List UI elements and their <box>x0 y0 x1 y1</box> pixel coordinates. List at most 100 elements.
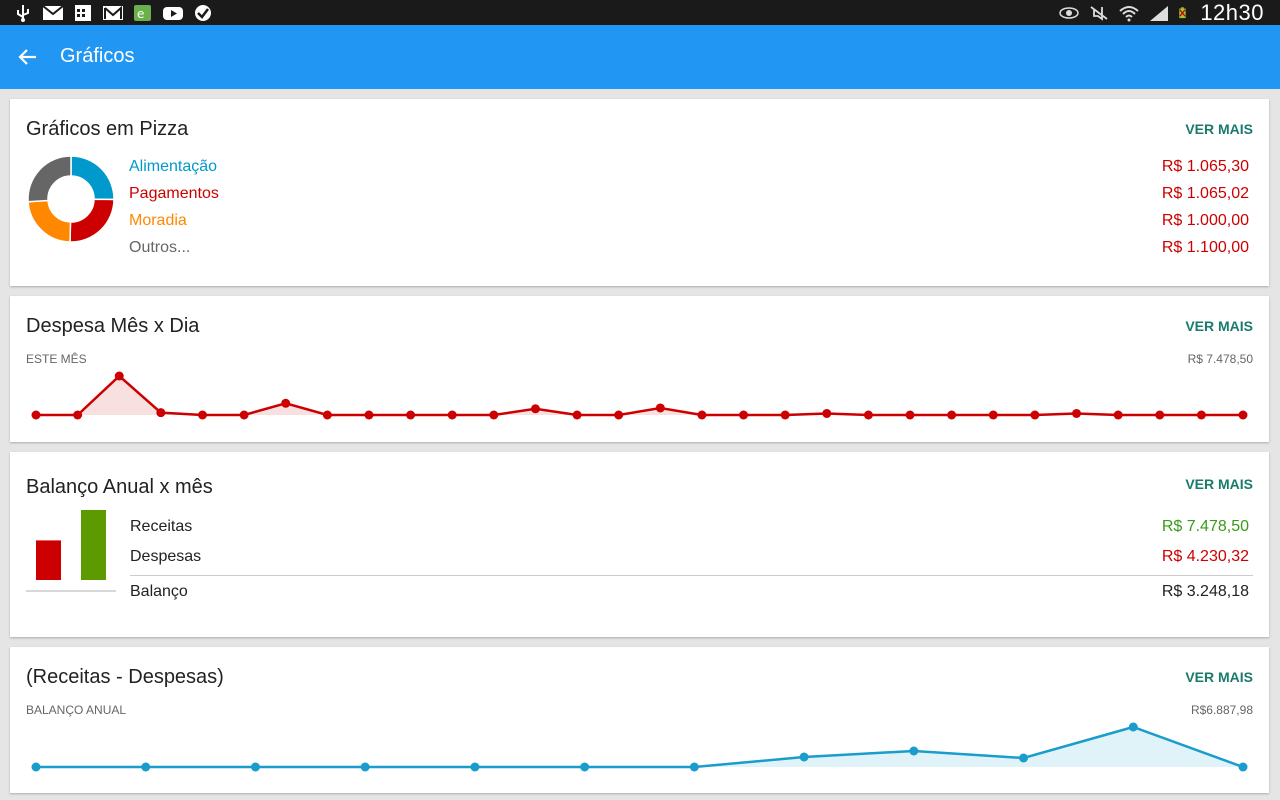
chart-line <box>36 374 1243 417</box>
max-value-label: R$ 7.478,50 <box>1187 352 1253 366</box>
balance-bar-chart <box>26 510 116 592</box>
data-point <box>1238 762 1248 772</box>
calendar-icon <box>75 4 91 21</box>
status-bar: e 12h30 <box>0 0 1280 25</box>
category-label: Moradia <box>129 212 187 229</box>
category-value: R$ 1.065,02 <box>1161 185 1249 202</box>
data-point <box>406 410 416 420</box>
category-value: R$ 1.000,00 <box>1161 212 1249 229</box>
period-label: ESTE MÊS <box>26 352 87 366</box>
data-point <box>156 408 166 418</box>
data-point <box>1019 753 1029 763</box>
balance-card[interactable]: Balanço Anual x mês VER MAIS Receitas R$… <box>10 452 1269 637</box>
data-point <box>447 410 457 420</box>
receitas-value: R$ 7.478,50 <box>1161 518 1249 535</box>
data-point <box>31 410 41 420</box>
card-title: Gráficos em Pizza <box>26 118 189 140</box>
data-point <box>141 762 151 772</box>
data-point <box>1238 410 1248 420</box>
pie-slice <box>27 155 72 203</box>
balanco-label: Balanço <box>130 583 188 600</box>
notification-icons: e <box>12 2 214 23</box>
signal-icon <box>1150 5 1169 21</box>
net-balance-card[interactable]: (Receitas - Despesas) VER MAIS BALANÇO A… <box>10 647 1269 793</box>
app-bar: Gráficos <box>0 25 1280 89</box>
data-point <box>530 404 540 414</box>
card-title: (Receitas - Despesas) <box>26 666 224 688</box>
max-value-label: R$6.887,98 <box>1190 703 1253 717</box>
balanco-value: R$ 3.248,18 <box>1161 583 1249 600</box>
annual-area-chart <box>31 722 1248 772</box>
data-point <box>239 410 249 420</box>
data-point <box>689 762 699 772</box>
balance-bar <box>81 510 106 580</box>
balance-bar <box>36 540 61 580</box>
data-point <box>1128 722 1138 732</box>
page-title: Gráficos <box>60 45 135 67</box>
pie-slice <box>27 199 72 243</box>
data-point <box>580 762 590 772</box>
system-icons: 12h30 <box>1058 0 1264 25</box>
data-point <box>780 410 790 420</box>
data-point <box>281 398 291 408</box>
category-value: R$ 1.065,30 <box>1161 158 1249 175</box>
category-label: Outros... <box>129 239 191 256</box>
data-point <box>1072 408 1082 418</box>
data-point <box>655 403 665 413</box>
data-point <box>1196 410 1206 420</box>
ver-mais-button[interactable]: VER MAIS <box>1185 476 1253 492</box>
data-point <box>364 410 374 420</box>
period-label: BALANÇO ANUAL <box>26 703 127 717</box>
data-point <box>250 762 260 772</box>
despesas-label: Despesas <box>130 548 202 565</box>
clock: 12h30 <box>1200 0 1264 25</box>
daily-expense-card[interactable]: Despesa Mês x Dia VER MAIS ESTE MÊS R$ 7… <box>10 296 1269 442</box>
ver-mais-button[interactable]: VER MAIS <box>1185 318 1253 334</box>
daily-line-chart <box>31 371 1248 420</box>
usb-icon <box>17 4 29 22</box>
category-value: R$ 1.100,00 <box>1161 239 1249 256</box>
data-point <box>489 410 499 420</box>
data-point <box>905 410 915 420</box>
evernote-icon: e <box>134 4 151 21</box>
data-point <box>31 762 41 772</box>
mail-icon <box>42 4 64 20</box>
data-point <box>360 762 370 772</box>
pie-slice <box>69 198 115 243</box>
data-point <box>988 410 998 420</box>
data-point <box>197 410 207 420</box>
youtube-icon <box>163 6 183 20</box>
donut-chart <box>27 155 115 243</box>
gmail-icon <box>103 5 123 20</box>
data-point <box>572 410 582 420</box>
data-point <box>1113 410 1123 420</box>
ver-mais-button[interactable]: VER MAIS <box>1185 669 1253 685</box>
eye-icon <box>1059 6 1080 19</box>
data-point <box>822 408 832 418</box>
check-cloud-icon <box>195 4 211 21</box>
data-point <box>614 410 624 420</box>
data-point <box>1155 410 1165 420</box>
data-point <box>909 746 919 756</box>
data-point <box>73 410 83 420</box>
data-point <box>114 371 124 381</box>
data-point <box>799 752 809 762</box>
svg-text:e: e <box>137 7 144 21</box>
receitas-label: Receitas <box>130 518 193 535</box>
card-title: Balanço Anual x mês <box>26 476 213 498</box>
pie-chart-card[interactable]: Gráficos em Pizza VER MAIS Alimentação R$… <box>10 99 1269 286</box>
despesas-value: R$ 4.230,32 <box>1161 548 1249 565</box>
mute-icon <box>1090 5 1108 21</box>
battery-icon <box>1179 6 1186 18</box>
data-point <box>322 410 332 420</box>
category-label: Pagamentos <box>129 185 219 202</box>
data-point <box>863 410 873 420</box>
divider <box>130 575 1253 576</box>
data-point <box>947 410 957 420</box>
category-label: Alimentação <box>129 158 218 175</box>
ver-mais-button[interactable]: VER MAIS <box>1185 121 1253 137</box>
back-arrow-icon[interactable] <box>16 45 40 69</box>
chart-area <box>36 376 1243 415</box>
wifi-icon <box>1119 5 1139 21</box>
data-point <box>697 410 707 420</box>
